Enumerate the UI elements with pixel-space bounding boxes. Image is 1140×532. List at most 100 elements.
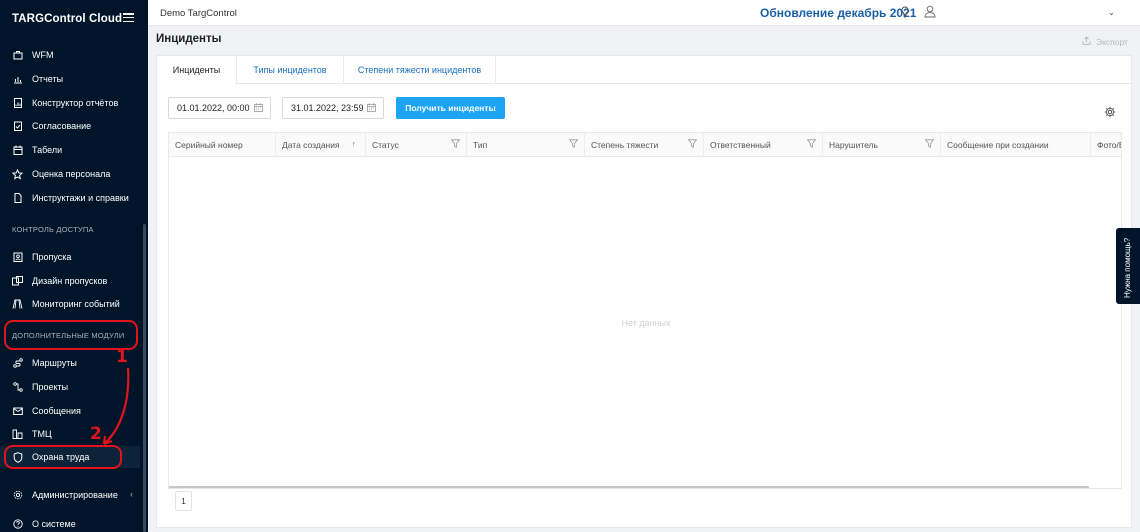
report-builder-icon xyxy=(12,98,23,109)
sidebar-item-label: Согласование xyxy=(32,121,92,131)
chevron-left-icon[interactable]: ‹ xyxy=(130,489,133,499)
sidebar-item-timesheets[interactable]: Табели xyxy=(0,139,140,161)
incidents-table: Серийный номер Дата создания ↑ Статус Тип… xyxy=(168,132,1122,489)
tabs-bar: Инциденты Типы инцидентов Степени тяжест… xyxy=(157,56,1131,85)
monitoring-icon xyxy=(12,299,23,310)
sidebar-item-report-builder[interactable]: Конструктор отчётов xyxy=(0,92,140,114)
sidebar-scrollbar[interactable] xyxy=(143,224,146,532)
sidebar-item-label: Маршруты xyxy=(32,358,77,368)
filter-icon[interactable] xyxy=(924,139,935,150)
sidebar-item-label: Оценка персонала xyxy=(32,169,111,179)
annotation-step-1: 1 xyxy=(116,347,128,367)
sidebar-item-label: Табели xyxy=(32,145,63,155)
pass-design-icon xyxy=(12,276,23,287)
annotation-step-2: 2 xyxy=(90,424,102,444)
sidebar-item-label: ТМЦ xyxy=(32,429,52,439)
sidebar-item-pass-design[interactable]: Дизайн пропусков xyxy=(0,270,140,292)
annotation-box-modules xyxy=(4,320,138,350)
sidebar-item-label: Конструктор отчётов xyxy=(32,98,119,108)
tab-severity-levels[interactable]: Степени тяжести инцидентов xyxy=(344,56,496,84)
sidebar-item-projects[interactable]: Проекты xyxy=(0,376,140,398)
column-type[interactable]: Тип xyxy=(467,133,585,157)
date-from-input[interactable]: 01.01.2022, 00:00 xyxy=(168,97,271,119)
date-to-value: 31.01.2022, 23:59 xyxy=(291,103,364,113)
filter-icon[interactable] xyxy=(687,139,698,150)
sidebar-item-label: Проекты xyxy=(32,382,69,392)
sidebar-item-wfm[interactable]: WFM xyxy=(0,44,140,66)
incidents-panel: Инциденты Типы инцидентов Степени тяжест… xyxy=(156,55,1132,528)
column-photo[interactable]: Фото/В xyxy=(1091,133,1121,157)
inventory-icon xyxy=(12,429,23,440)
update-link[interactable]: Обновление декабрь 2021 xyxy=(760,6,916,20)
sidebar-item-label: Инструктажи и справки xyxy=(32,193,129,203)
sidebar-item-label: WFM xyxy=(32,50,54,60)
date-from-value: 01.01.2022, 00:00 xyxy=(177,103,250,113)
user-icon[interactable] xyxy=(924,5,936,20)
column-serial[interactable]: Серийный номер xyxy=(169,133,276,157)
menu-toggle-icon[interactable] xyxy=(123,13,134,23)
help-tab[interactable]: Нужна помощь? xyxy=(1116,228,1140,304)
pagination-page-1[interactable]: 1 xyxy=(175,491,192,511)
get-incidents-button[interactable]: Получить инциденты xyxy=(396,97,505,119)
column-responsible[interactable]: Ответственный xyxy=(704,133,823,157)
filter-icon[interactable] xyxy=(568,139,579,150)
lightbulb-icon[interactable] xyxy=(901,6,909,21)
calendar-icon xyxy=(254,103,263,114)
sidebar-item-evaluation[interactable]: Оценка персонала xyxy=(0,163,140,185)
annotation-box-labor-safety xyxy=(4,445,122,469)
bar-chart-icon xyxy=(12,74,23,85)
sidebar-item-about[interactable]: О системе xyxy=(0,513,140,532)
sidebar-item-inventory[interactable]: ТМЦ xyxy=(0,423,140,445)
empty-state: Нет данных xyxy=(621,318,671,328)
calendar-icon xyxy=(367,103,376,114)
sort-arrow-icon[interactable]: ↑ xyxy=(352,139,357,149)
projects-icon xyxy=(12,382,23,393)
sidebar-item-label: Мониторинг событий xyxy=(32,299,120,309)
column-status[interactable]: Статус xyxy=(366,133,467,157)
chevron-down-icon[interactable]: ⌄ xyxy=(1108,8,1115,17)
export-label: Экспорт xyxy=(1096,36,1128,47)
date-to-input[interactable]: 31.01.2022, 23:59 xyxy=(282,97,384,119)
section-title-access: КОНТРОЛЬ ДОСТУПА xyxy=(12,225,94,234)
calendar-icon xyxy=(12,145,23,156)
sidebar-item-label: Сообщения xyxy=(32,406,81,416)
settings-icon xyxy=(12,490,23,501)
badge-icon xyxy=(12,252,23,263)
sidebar-item-messages[interactable]: Сообщения xyxy=(0,400,140,422)
sidebar-item-label: Отчеты xyxy=(32,74,64,84)
sidebar-item-passes[interactable]: Пропуска xyxy=(0,246,140,268)
help-tab-label: Нужна помощь? xyxy=(1123,237,1132,298)
briefcase-icon xyxy=(12,50,23,61)
mail-icon xyxy=(12,406,23,417)
column-creation-message[interactable]: Сообщение при создании xyxy=(941,133,1091,157)
sidebar-item-label: Дизайн пропусков xyxy=(32,276,108,286)
gear-icon[interactable] xyxy=(1104,106,1116,120)
sidebar-item-briefings[interactable]: Инструктажи и справки xyxy=(0,187,140,209)
column-severity[interactable]: Степень тяжести xyxy=(585,133,704,157)
filter-icon[interactable] xyxy=(450,139,461,150)
export-icon xyxy=(1082,36,1091,47)
sidebar-item-label: Пропуска xyxy=(32,252,72,262)
export-button[interactable]: Экспорт xyxy=(1082,36,1128,47)
sidebar-item-label: Администрирование xyxy=(32,490,118,500)
help-circle-icon xyxy=(12,519,23,530)
column-violator[interactable]: Нарушитель xyxy=(823,133,941,157)
column-created[interactable]: Дата создания ↑ xyxy=(276,133,366,157)
filter-icon[interactable] xyxy=(806,139,817,150)
approval-icon xyxy=(12,121,23,132)
top-header: Demo TargControl Обновление декабрь 2021… xyxy=(148,0,1140,26)
sidebar-item-event-monitoring[interactable]: Мониторинг событий xyxy=(0,293,140,315)
document-icon xyxy=(12,193,23,204)
sidebar-item-approval[interactable]: Согласование xyxy=(0,115,140,137)
page-title: Инциденты xyxy=(156,33,222,45)
tab-incidents[interactable]: Инциденты xyxy=(157,56,237,85)
sidebar-item-administration[interactable]: Администрирование xyxy=(0,484,140,506)
company-name: Demo TargControl xyxy=(160,8,237,19)
sidebar-item-reports[interactable]: Отчеты xyxy=(0,68,140,90)
route-icon xyxy=(12,358,23,369)
table-header: Серийный номер Дата создания ↑ Статус Тип… xyxy=(169,133,1121,157)
sidebar-item-label: О системе xyxy=(32,519,76,529)
horizontal-scrollbar[interactable] xyxy=(169,486,1089,488)
tab-incident-types[interactable]: Типы инцидентов xyxy=(237,56,344,84)
star-icon xyxy=(12,168,23,180)
